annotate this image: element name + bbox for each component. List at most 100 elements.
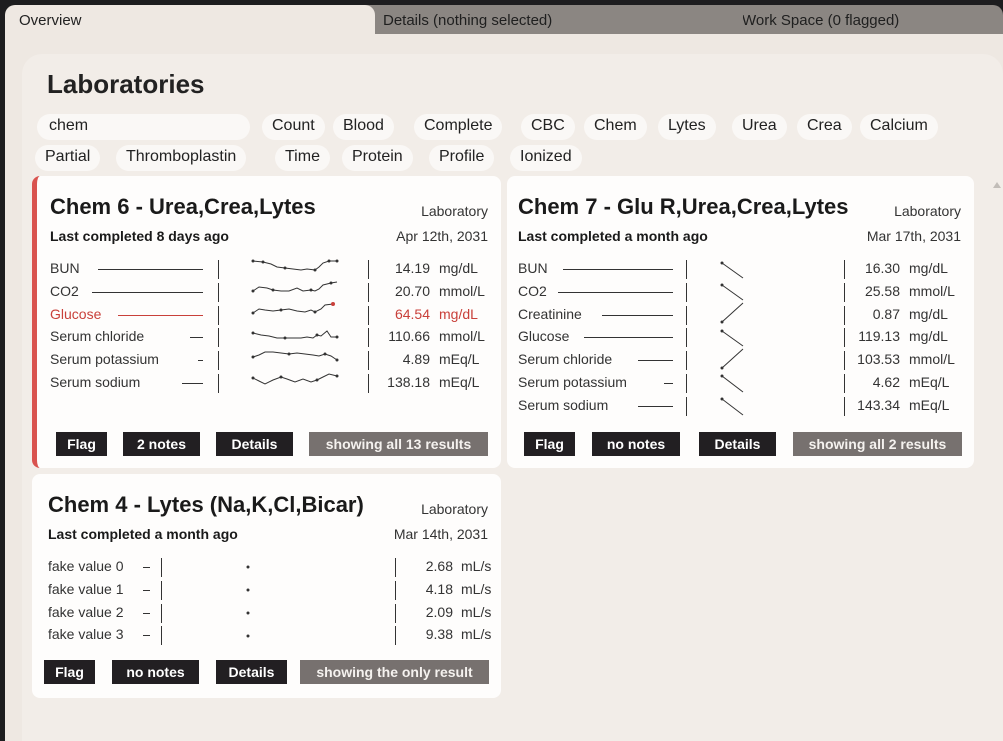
row-divider [368, 305, 369, 325]
row-leader-line [118, 314, 203, 316]
result-name: Serum chloride [518, 351, 613, 368]
result-name: BUN [50, 260, 80, 276]
flag-button[interactable]: Flag [56, 432, 107, 456]
search-input[interactable]: chem [37, 114, 250, 140]
filter-chip-crea[interactable]: Crea [797, 114, 852, 140]
row-divider [161, 603, 162, 623]
row-leader-line [664, 382, 673, 384]
result-value: 110.66 [388, 328, 430, 345]
notes-button[interactable]: no notes [592, 432, 680, 456]
result-row[interactable]: fake value 1 4.18 mL/s [48, 579, 498, 602]
result-unit: mg/dL [439, 260, 478, 276]
row-divider [161, 626, 162, 646]
row-leader-line [190, 337, 203, 339]
lab-card-chem6[interactable]: Chem 6 - Urea,Crea,Lytes Laboratory Last… [32, 176, 501, 468]
result-value: 16.30 [864, 260, 900, 276]
result-value: 143.34 [857, 396, 900, 413]
row-divider [218, 260, 219, 279]
last-completed: Last completed a month ago [518, 228, 708, 244]
result-unit: mmol/L [439, 328, 485, 345]
row-divider [395, 558, 396, 577]
filter-chip-chem[interactable]: Chem [584, 114, 647, 140]
result-row[interactable]: fake value 2 2.09 mL/s [48, 602, 498, 625]
filter-chip-calcium[interactable]: Calcium [860, 114, 938, 140]
row-divider [368, 351, 369, 371]
filter-chip-protein[interactable]: Protein [342, 145, 413, 171]
filter-chip-ionized[interactable]: Ionized [510, 145, 582, 171]
result-unit: mL/s [461, 626, 492, 643]
details-button[interactable]: Details [699, 432, 776, 456]
filter-chip-blood[interactable]: Blood [333, 114, 394, 140]
filter-chip-profile[interactable]: Profile [429, 145, 495, 171]
result-row[interactable]: fake value 0 2.68 mL/s [48, 556, 498, 579]
filter-chip-partial[interactable]: Partial [35, 145, 101, 171]
row-leader-line [638, 360, 673, 362]
flag-button[interactable]: Flag [524, 432, 575, 456]
result-value: 4.62 [872, 373, 900, 390]
row-leader-line [143, 567, 150, 568]
card-title: Chem 4 - Lytes (Na,K,Cl,Bicar) [48, 492, 364, 517]
row-divider [218, 328, 219, 348]
trend-sparklines [720, 261, 744, 416]
row-leader-line [143, 612, 150, 614]
row-divider [395, 603, 396, 623]
filter-chip-cbc[interactable]: CBC [521, 114, 575, 140]
show-results-button[interactable]: showing all 2 results [793, 432, 962, 456]
result-value: 103.53 [857, 351, 900, 368]
result-unit: mEq/L [909, 373, 950, 390]
result-name: fake value 1 [48, 580, 124, 597]
notes-button[interactable]: 2 notes [123, 432, 200, 456]
result-value: 4.18 [425, 580, 453, 597]
result-value: 20.70 [394, 282, 430, 299]
result-value: 119.13 [858, 328, 900, 345]
result-unit: mEq/L [439, 351, 480, 368]
row-leader-line [182, 382, 203, 384]
row-leader-line [92, 291, 203, 293]
flag-button[interactable]: Flag [44, 660, 95, 684]
row-divider [686, 282, 687, 302]
result-unit: mg/dL [439, 305, 478, 322]
result-name: Serum sodium [50, 373, 141, 390]
show-results-button[interactable]: showing the only result [300, 660, 489, 684]
filter-chip-lytes[interactable]: Lytes [658, 114, 716, 140]
result-row[interactable]: fake value 3 9.38 mL/s [48, 624, 498, 647]
scroll-up-arrow[interactable] [993, 182, 1001, 188]
result-name: fake value 2 [48, 603, 124, 620]
lab-card-chem7[interactable]: Chem 7 - Glu R,Urea,Crea,Lytes Laborator… [507, 176, 974, 468]
notes-button[interactable]: no notes [112, 660, 199, 684]
result-unit: mEq/L [439, 373, 480, 390]
result-unit: mL/s [461, 558, 492, 574]
row-leader-line [98, 269, 203, 270]
result-value: 0.87 [872, 305, 900, 322]
show-results-button[interactable]: showing all 13 results [309, 432, 488, 456]
result-unit: mg/dL [909, 328, 948, 345]
row-divider [686, 328, 687, 348]
filter-chip-time[interactable]: Time [275, 145, 330, 171]
row-leader-line [602, 314, 673, 316]
result-value: 14.19 [394, 260, 430, 276]
result-name: fake value 0 [48, 558, 124, 574]
result-value: 2.09 [425, 603, 453, 620]
card-title: Chem 7 - Glu R,Urea,Crea,Lytes [518, 194, 849, 219]
result-name: Serum sodium [518, 396, 609, 413]
details-button[interactable]: Details [216, 660, 287, 684]
row-divider [686, 260, 687, 279]
lab-card-chem4[interactable]: Chem 4 - Lytes (Na,K,Cl,Bicar) Laborator… [32, 474, 501, 698]
filter-chip-urea[interactable]: Urea [732, 114, 787, 140]
overview-panel: Laboratories chem Count Blood Complete C… [5, 34, 1003, 741]
laboratories-section: Laboratories chem Count Blood Complete C… [22, 54, 1003, 741]
details-button[interactable]: Details [216, 432, 293, 456]
result-name: fake value 3 [48, 626, 124, 643]
results-list: BUN 16.30 mg/dL CO2 25.58 mmol/L Creatin… [518, 258, 968, 418]
result-unit: mg/dL [909, 305, 948, 322]
result-name: CO2 [50, 282, 79, 299]
filter-chip-thromboplastin[interactable]: Thromboplastin [116, 145, 247, 171]
card-date: Mar 17th, 2031 [866, 228, 961, 244]
last-completed: Last completed 8 days ago [50, 228, 229, 244]
results-list: fake value 0 2.68 mL/s fake value 1 4.18… [48, 556, 498, 647]
filter-chip-complete[interactable]: Complete [414, 114, 503, 140]
filter-chip-count[interactable]: Count [262, 114, 325, 140]
row-leader-line [558, 291, 673, 293]
row-divider [368, 282, 369, 302]
result-value: 25.58 [864, 282, 900, 299]
